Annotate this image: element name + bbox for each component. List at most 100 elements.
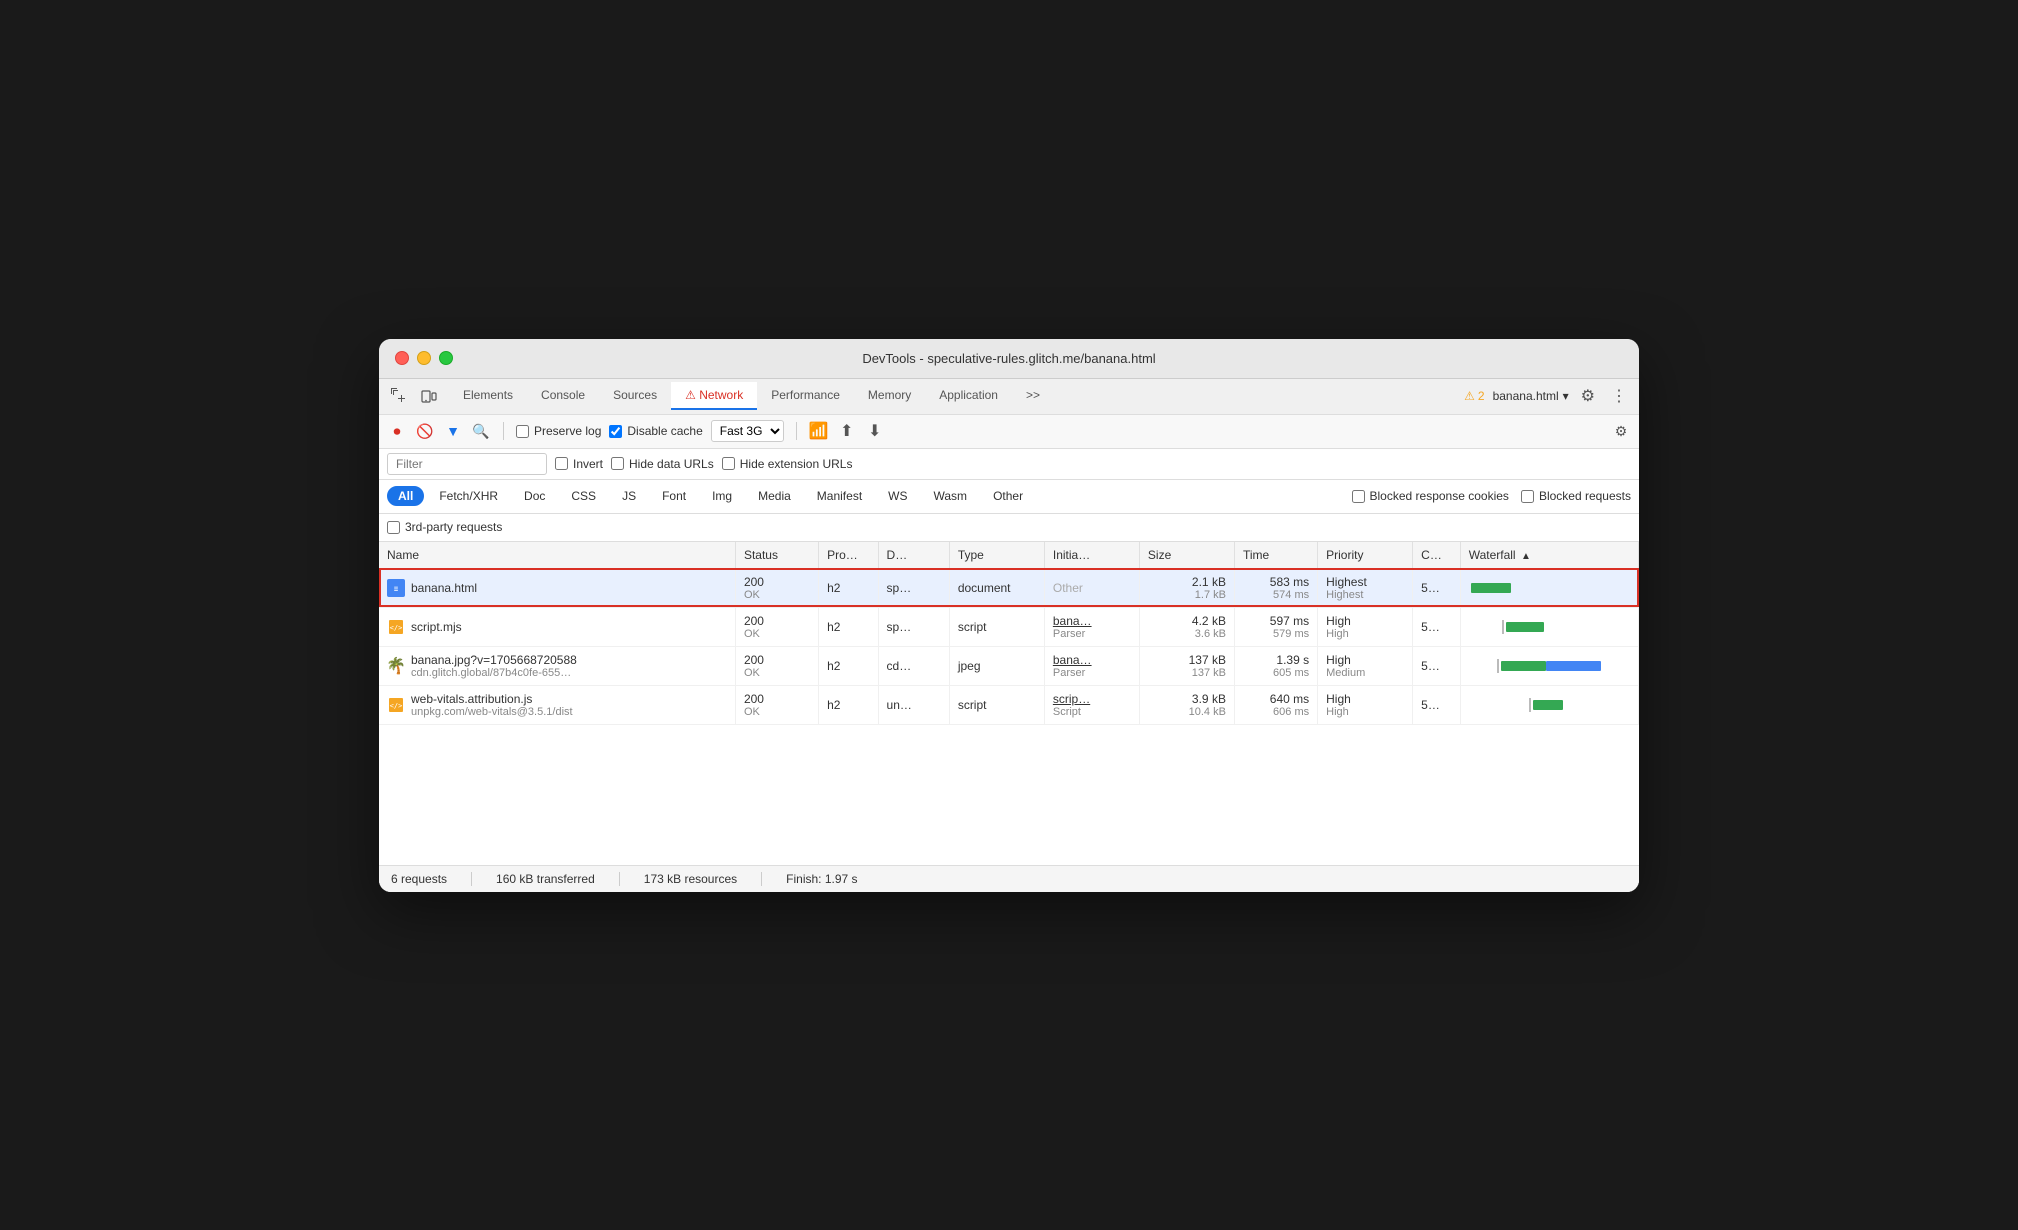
toolbar: ⏺ 🚫 ▼ 🔍 Preserve log Disable cache Fast …: [379, 415, 1639, 449]
hide-data-label[interactable]: Hide data URLs: [611, 457, 714, 471]
type-filter-font[interactable]: Font: [651, 486, 697, 506]
third-party-label[interactable]: 3rd-party requests: [387, 520, 502, 534]
preserve-log-checkbox[interactable]: [516, 425, 529, 438]
transferred-size: 160 kB transferred: [496, 872, 595, 886]
tab-right: ⚠ 2 banana.html ▾ ⚙ ⋮: [1464, 382, 1631, 410]
tab-memory[interactable]: Memory: [854, 382, 925, 410]
hide-ext-checkbox[interactable]: [722, 457, 735, 470]
col-name[interactable]: Name: [379, 542, 735, 569]
stop-recording-icon[interactable]: ⏺: [387, 421, 407, 441]
invert-label[interactable]: Invert: [555, 457, 603, 471]
row1-name: banana.html: [411, 581, 477, 595]
col-domain[interactable]: D…: [878, 542, 949, 569]
page-selector[interactable]: banana.html ▾: [1493, 389, 1569, 403]
type-filter-img[interactable]: Img: [701, 486, 743, 506]
maximize-button[interactable]: [439, 351, 453, 365]
blocked-response-label[interactable]: Blocked response cookies: [1352, 489, 1509, 503]
col-initiator[interactable]: Initia…: [1044, 542, 1139, 569]
type-filter-other[interactable]: Other: [982, 486, 1034, 506]
table-row[interactable]: ≡ banana.html 200 OK h2 sp… document: [379, 568, 1639, 607]
col-status[interactable]: Status: [735, 542, 818, 569]
protocol-cell-3: h2: [819, 646, 878, 685]
col-time[interactable]: Time: [1234, 542, 1317, 569]
more-options-icon[interactable]: ⋮: [1607, 382, 1631, 410]
c-cell-2: 5…: [1413, 607, 1461, 646]
hide-data-checkbox[interactable]: [611, 457, 624, 470]
tab-application[interactable]: Application: [925, 382, 1012, 410]
protocol-cell-1: h2: [819, 568, 878, 607]
type-filter-media[interactable]: Media: [747, 486, 802, 506]
type-filter-fetch-xhr[interactable]: Fetch/XHR: [428, 486, 509, 506]
type-filter-css[interactable]: CSS: [560, 486, 607, 506]
type-filter-wasm[interactable]: Wasm: [923, 486, 979, 506]
toolbar-sep2: [796, 422, 797, 440]
invert-checkbox[interactable]: [555, 457, 568, 470]
waterfall-cell-3: [1460, 646, 1638, 685]
tab-sources[interactable]: Sources: [599, 382, 671, 410]
domain-cell-4: un…: [878, 685, 949, 724]
blocked-requests-checkbox[interactable]: [1521, 490, 1534, 503]
third-party-checkbox[interactable]: [387, 521, 400, 534]
time-cell-4: 640 ms 606 ms: [1234, 685, 1317, 724]
protocol-cell-2: h2: [819, 607, 878, 646]
table-row[interactable]: </> script.mjs 200 OK h2 sp… script: [379, 607, 1639, 646]
import-icon[interactable]: ⬆: [837, 421, 857, 441]
type-cell-3: jpeg: [949, 646, 1044, 685]
status-sep1: [471, 872, 472, 886]
col-type[interactable]: Type: [949, 542, 1044, 569]
type-filter-all[interactable]: All: [387, 486, 424, 506]
blocked-response-checkbox[interactable]: [1352, 490, 1365, 503]
tab-bar: Elements Console Sources ⚠ Network Perfo…: [379, 379, 1639, 415]
disable-cache-label[interactable]: Disable cache: [609, 424, 702, 438]
window-title: DevTools - speculative-rules.glitch.me/b…: [862, 351, 1155, 366]
filter-input[interactable]: [387, 453, 547, 475]
table-row[interactable]: 🌴 banana.jpg?v=1705668720588 cdn.glitch.…: [379, 646, 1639, 685]
filter-row: Invert Hide data URLs Hide extension URL…: [379, 449, 1639, 480]
type-filter-ws[interactable]: WS: [877, 486, 918, 506]
tab-performance[interactable]: Performance: [757, 382, 854, 410]
tab-console[interactable]: Console: [527, 382, 599, 410]
devtools-body: Elements Console Sources ⚠ Network Perfo…: [379, 379, 1639, 892]
type-filter-manifest[interactable]: Manifest: [806, 486, 873, 506]
file-icon-img: 🌴: [387, 657, 405, 675]
tab-network[interactable]: ⚠ Network: [671, 382, 757, 410]
initiator-cell-3: bana… Parser: [1044, 646, 1139, 685]
col-waterfall[interactable]: Waterfall ▲: [1460, 542, 1638, 569]
tab-elements[interactable]: Elements: [449, 382, 527, 410]
col-c[interactable]: C…: [1413, 542, 1461, 569]
col-size[interactable]: Size: [1139, 542, 1234, 569]
time-cell-3: 1.39 s 605 ms: [1234, 646, 1317, 685]
type-cell-4: script: [949, 685, 1044, 724]
c-cell-1: 5…: [1413, 568, 1461, 607]
initiator-cell-2: bana… Parser: [1044, 607, 1139, 646]
tab-more[interactable]: >>: [1012, 382, 1054, 410]
c-cell-3: 5…: [1413, 646, 1461, 685]
settings-icon[interactable]: ⚙: [1577, 382, 1599, 410]
hide-ext-label[interactable]: Hide extension URLs: [722, 457, 853, 471]
type-filter-js[interactable]: JS: [611, 486, 647, 506]
network-conditions-icon[interactable]: 📶: [809, 421, 829, 441]
settings-gear-icon[interactable]: ⚙: [1611, 421, 1631, 441]
col-priority[interactable]: Priority: [1318, 542, 1413, 569]
sort-arrow: ▲: [1521, 551, 1531, 562]
minimize-button[interactable]: [417, 351, 431, 365]
disable-cache-checkbox[interactable]: [609, 425, 622, 438]
blocked-requests-label[interactable]: Blocked requests: [1521, 489, 1631, 503]
preserve-log-label[interactable]: Preserve log: [516, 424, 601, 438]
type-row-right: Blocked response cookies Blocked request…: [1352, 489, 1631, 503]
col-protocol[interactable]: Pro…: [819, 542, 878, 569]
svg-text:≡: ≡: [394, 585, 398, 593]
filter-icon[interactable]: ▼: [443, 421, 463, 441]
tab-icons: [387, 384, 441, 408]
clear-icon[interactable]: 🚫: [415, 421, 435, 441]
name-cell-4: </> web-vitals.attribution.js unpkg.com/…: [379, 685, 735, 724]
throttle-select[interactable]: Fast 3G: [711, 420, 784, 442]
close-button[interactable]: [395, 351, 409, 365]
export-icon[interactable]: ⬇: [865, 421, 885, 441]
network-table: Name Status Pro… D… Type Initia… Size Ti…: [379, 542, 1639, 725]
type-filter-doc[interactable]: Doc: [513, 486, 556, 506]
inspect-icon[interactable]: [387, 384, 411, 408]
search-icon[interactable]: 🔍: [471, 421, 491, 441]
device-icon[interactable]: [417, 384, 441, 408]
table-row[interactable]: </> web-vitals.attribution.js unpkg.com/…: [379, 685, 1639, 724]
